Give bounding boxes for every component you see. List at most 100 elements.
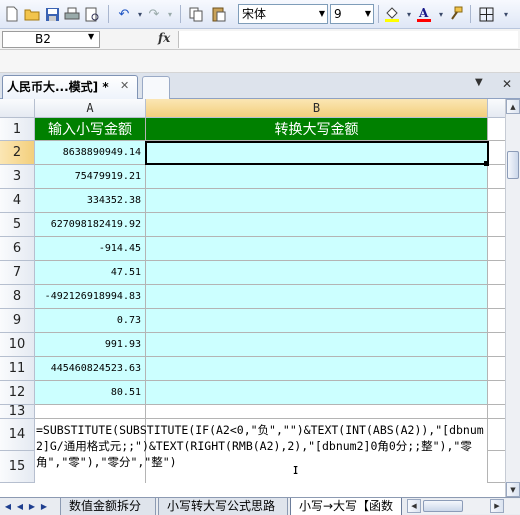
cell-a1-header[interactable]: 输入小写金额 [35, 118, 146, 141]
cell-b[interactable] [146, 261, 488, 285]
row-header[interactable]: 7 [0, 261, 35, 285]
scrollbar-thumb[interactable] [423, 500, 463, 512]
chevron-down-icon[interactable]: ▼ [475, 77, 483, 88]
cell-c[interactable] [488, 285, 505, 309]
sheet-tab-active[interactable]: 小写→大写【函数 [290, 498, 402, 515]
cell-c[interactable] [488, 261, 505, 285]
cell-a[interactable]: -914.45 [35, 237, 146, 261]
column-header-a[interactable]: A [35, 99, 146, 118]
row-header[interactable]: 4 [0, 189, 35, 213]
redo-dropdown-icon[interactable]: ▾ [160, 4, 180, 24]
cell-a[interactable]: 8638890949.14 [35, 141, 146, 165]
cell-a[interactable]: 627098182419.92 [35, 213, 146, 237]
row-header[interactable]: 11 [0, 357, 35, 381]
cell-b[interactable] [146, 357, 488, 381]
cell-b[interactable] [146, 333, 488, 357]
cell-b[interactable] [146, 165, 488, 189]
close-icon[interactable]: ✕ [502, 77, 512, 91]
cell-c[interactable] [488, 141, 505, 165]
column-header-c[interactable] [488, 99, 505, 118]
formula-input[interactable] [178, 31, 518, 48]
cell-c[interactable] [488, 213, 505, 237]
cell-c[interactable] [488, 309, 505, 333]
cell-c[interactable] [488, 165, 505, 189]
borders-dropdown-icon[interactable]: ▾ [496, 4, 516, 24]
first-sheet-icon[interactable]: ◀ [2, 500, 14, 513]
row-header[interactable]: 14 [0, 419, 35, 451]
last-sheet-icon[interactable]: ▶ [38, 500, 50, 513]
scroll-left-icon[interactable]: ◀ [407, 499, 421, 513]
cell-b1-header[interactable]: 转换大写金额 [146, 118, 488, 141]
scroll-up-icon[interactable]: ▲ [506, 99, 520, 114]
cell-c[interactable] [488, 237, 505, 261]
row-header[interactable]: 12 [0, 381, 35, 405]
horizontal-scrollbar[interactable]: ◀ ▶ [407, 499, 520, 514]
document-tab[interactable]: 人民币大...模式] * [2, 75, 138, 99]
new-tab-button[interactable] [142, 76, 170, 99]
cell-c[interactable] [488, 381, 505, 405]
fill-handle[interactable] [484, 161, 489, 166]
cell-b[interactable] [146, 213, 488, 237]
scroll-down-icon[interactable]: ▼ [506, 482, 520, 497]
cell-b[interactable] [146, 381, 488, 405]
scrollbar-thumb[interactable] [507, 151, 519, 179]
row-header[interactable]: 3 [0, 165, 35, 189]
insert-function-icon[interactable]: fx [158, 31, 170, 45]
cell-b[interactable] [146, 189, 488, 213]
copy-icon[interactable] [186, 4, 206, 24]
cell-a[interactable]: 334352.38 [35, 189, 146, 213]
chevron-down-icon: ▼ [318, 9, 325, 18]
row-header[interactable]: 5 [0, 213, 35, 237]
cell-a[interactable]: 0.73 [35, 309, 146, 333]
next-sheet-icon[interactable]: ▶ [26, 500, 38, 513]
name-box[interactable]: B2 [2, 31, 100, 48]
new-document-icon[interactable] [2, 4, 22, 24]
font-size-select[interactable]: 9 ▼ [330, 4, 374, 24]
open-folder-icon[interactable] [22, 4, 42, 24]
print-preview-icon[interactable] [82, 4, 102, 24]
format-painter-icon[interactable] [446, 4, 466, 24]
chevron-down-icon: ▼ [364, 9, 371, 18]
cell-b[interactable] [146, 285, 488, 309]
cell-b[interactable] [146, 405, 488, 419]
select-all-corner[interactable] [0, 99, 35, 118]
close-icon[interactable]: ✕ [120, 79, 129, 92]
row-header[interactable]: 15 [0, 451, 35, 483]
cell-c[interactable] [488, 357, 505, 381]
scroll-right-icon[interactable]: ▶ [490, 499, 504, 513]
cell-a[interactable]: 991.93 [35, 333, 146, 357]
sheet-tab[interactable]: 小写转大写公式思路 [158, 498, 288, 515]
cell-b[interactable] [146, 309, 488, 333]
cell-c[interactable] [488, 189, 505, 213]
font-size-value: 9 [334, 7, 342, 21]
cell-c[interactable] [488, 118, 505, 141]
row-header[interactable]: 9 [0, 309, 35, 333]
sheet-tab[interactable]: 数值金额拆分 [60, 498, 156, 515]
cell-c[interactable] [488, 333, 505, 357]
cell-a[interactable] [35, 405, 146, 419]
active-cell-border [145, 141, 489, 165]
cell-a[interactable]: 75479919.21 [35, 165, 146, 189]
cell-a[interactable]: -492126918994.83 [35, 285, 146, 309]
row-header[interactable]: 1 [0, 118, 35, 141]
column-header-b[interactable]: B [146, 99, 488, 118]
print-icon[interactable] [62, 4, 82, 24]
paste-icon[interactable] [208, 4, 228, 24]
font-name-select[interactable]: 宋体 ▼ [238, 4, 328, 24]
row-header[interactable]: 2 [0, 141, 35, 165]
borders-icon[interactable] [476, 4, 496, 24]
vertical-scrollbar[interactable]: ▲ ▼ [505, 99, 520, 497]
cell-a[interactable]: 47.51 [35, 261, 146, 285]
cell-c[interactable] [488, 405, 505, 419]
prev-sheet-icon[interactable]: ◀ [14, 500, 26, 513]
cell-b[interactable] [146, 237, 488, 261]
row-header[interactable]: 10 [0, 333, 35, 357]
row-header[interactable]: 6 [0, 237, 35, 261]
cell-a[interactable]: 80.51 [35, 381, 146, 405]
row-header[interactable]: 8 [0, 285, 35, 309]
row-header[interactable]: 13 [0, 404, 35, 419]
toolbar-separator [180, 5, 181, 23]
save-disk-icon[interactable] [42, 4, 62, 24]
chevron-down-icon[interactable]: ▼ [88, 32, 94, 41]
cell-a[interactable]: 445460824523.63 [35, 357, 146, 381]
